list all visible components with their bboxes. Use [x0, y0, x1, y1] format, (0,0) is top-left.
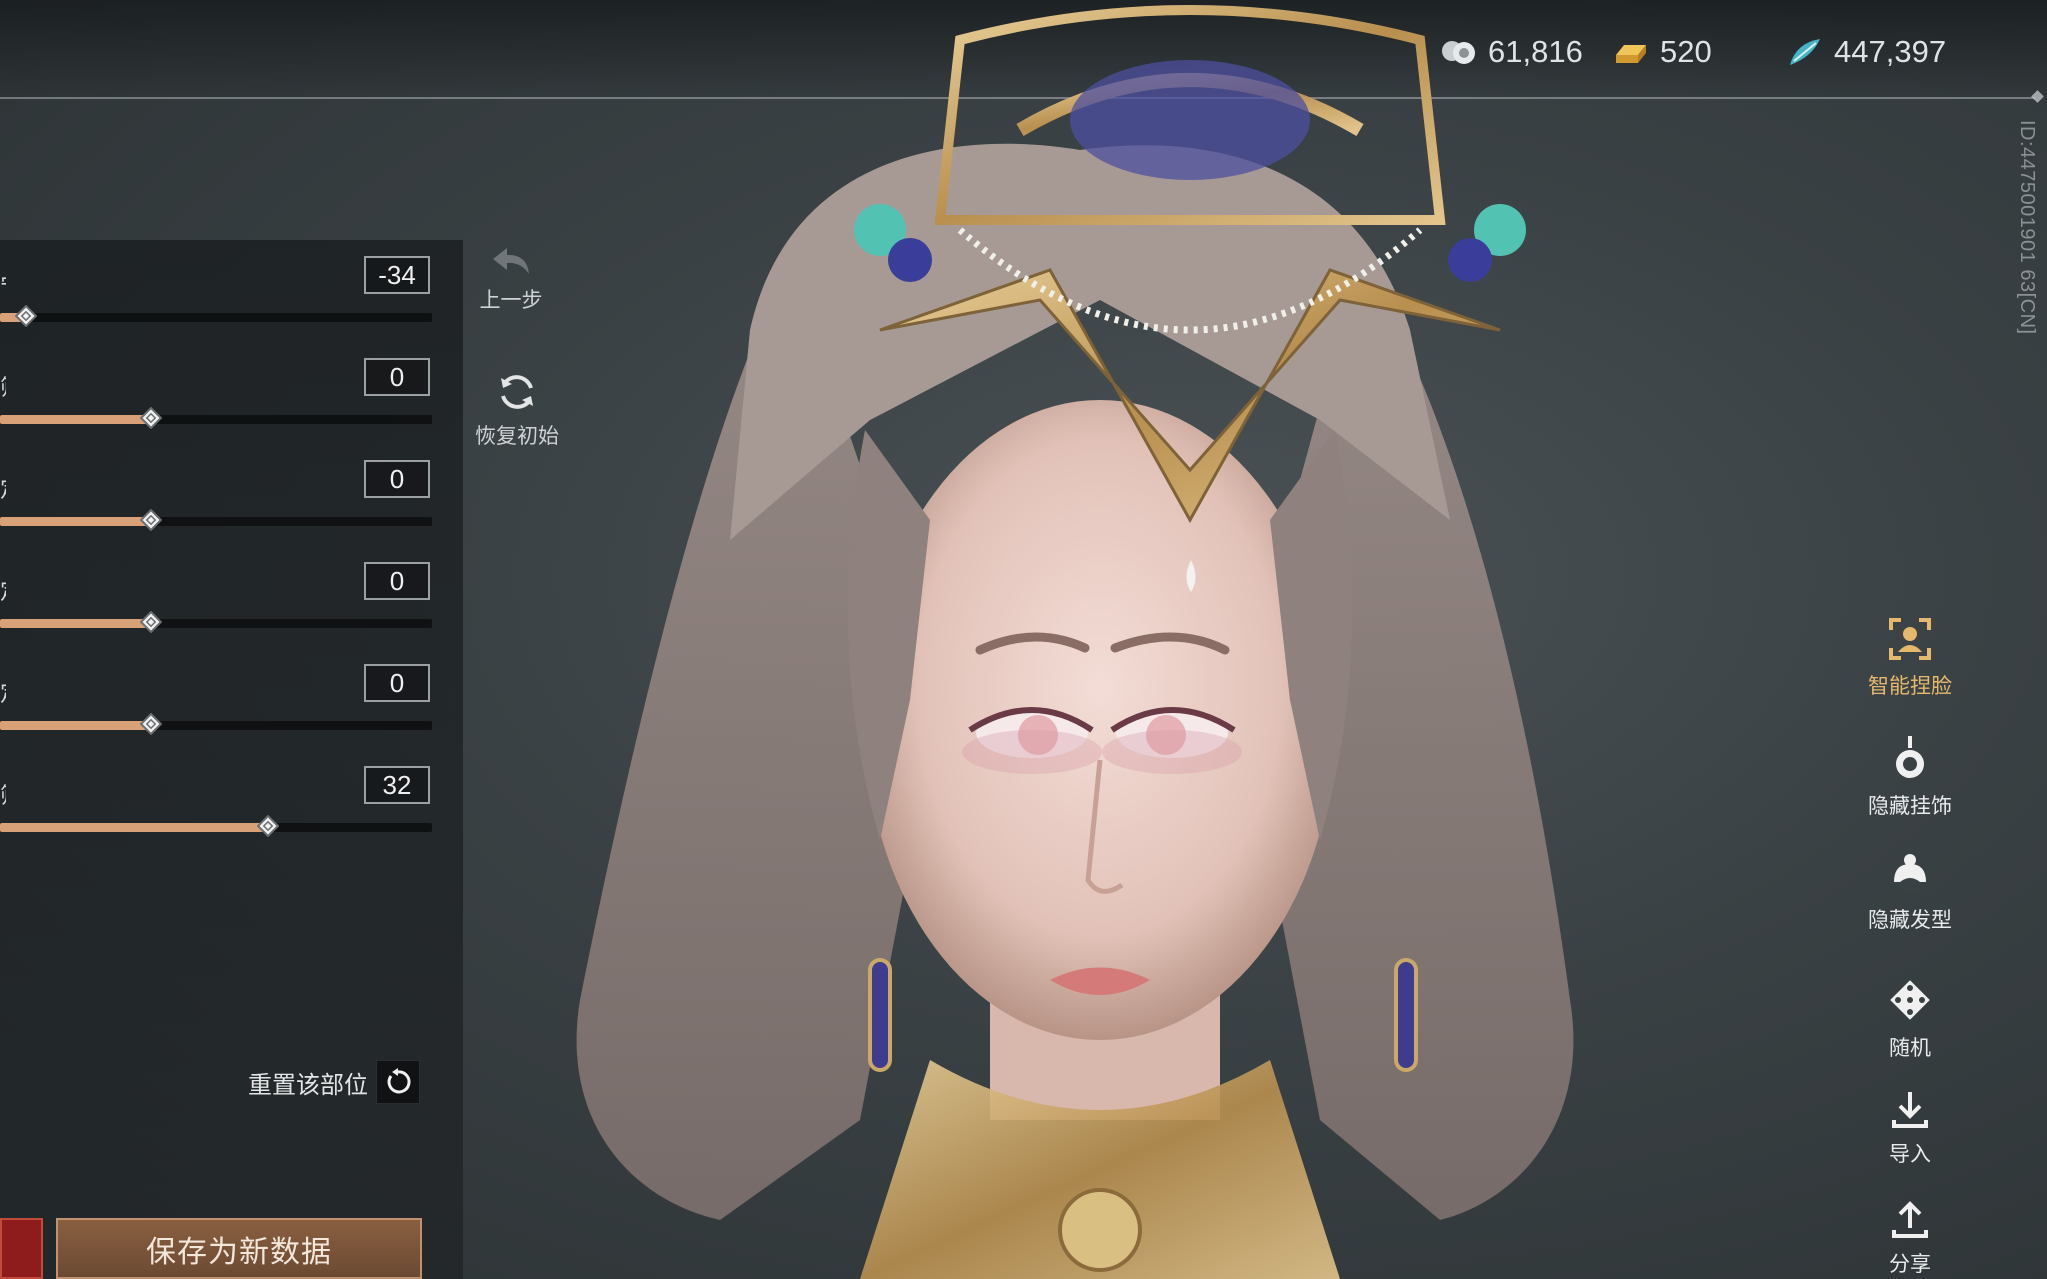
- slider-track[interactable]: [0, 509, 432, 531]
- slider-track[interactable]: [0, 305, 432, 327]
- currency-coins: 61,816: [1440, 32, 1583, 72]
- undo-icon: [493, 248, 529, 274]
- tool-label: 隐藏挂饰: [1868, 795, 1952, 818]
- random-button[interactable]: 随机: [1860, 976, 1960, 1062]
- save-new-button[interactable]: 保存为新数据: [56, 1218, 422, 1279]
- dice-icon: [1890, 980, 1930, 1020]
- tool-label: 隐藏发型: [1868, 909, 1952, 932]
- slider-fill: [0, 823, 268, 832]
- slider-fill: [0, 415, 152, 424]
- slider-row: 宁 -34: [0, 240, 463, 342]
- undo-label: 上一步: [479, 289, 543, 312]
- slider-handle[interactable]: [140, 407, 163, 429]
- slider-track[interactable]: [0, 713, 432, 735]
- face-scan-icon: [1889, 618, 1931, 660]
- slider-handle[interactable]: [140, 509, 163, 531]
- player-id: ID:4475001901 63[CN]: [2016, 120, 2038, 335]
- slider-label: 定: [0, 676, 6, 708]
- slider-row: 定 0: [0, 546, 463, 648]
- delete-button[interactable]: [0, 1218, 43, 1279]
- undo-button[interactable]: 上一步: [456, 244, 566, 314]
- slider-value-input[interactable]: -34: [364, 256, 430, 294]
- hairstyle-icon: [1894, 854, 1926, 890]
- slider-label: 宁: [0, 268, 6, 300]
- reset-icon: [387, 1068, 411, 1094]
- slider-row: 筛 32: [0, 750, 463, 852]
- character-portrait[interactable]: [460, 0, 1800, 1279]
- share-icon: [1892, 1201, 1928, 1238]
- currency-value: 447,397: [1834, 34, 1947, 69]
- reset-part-label: 重置该部位: [248, 1071, 368, 1099]
- slider-handle[interactable]: [256, 815, 279, 837]
- slider-row: 定 0: [0, 444, 463, 546]
- tool-label: 分享: [1889, 1253, 1931, 1276]
- slider-track[interactable]: [0, 611, 432, 633]
- slider-track[interactable]: [0, 407, 432, 429]
- slider-row: 定 0: [0, 648, 463, 750]
- share-button[interactable]: 分享: [1860, 1200, 1960, 1278]
- slider-value-input[interactable]: 0: [364, 562, 430, 600]
- hide-hairstyle-button[interactable]: 隐藏发型: [1860, 852, 1960, 934]
- slider-handle[interactable]: [140, 713, 163, 735]
- slider-panel: 宁 -34 筛 0 定 0 定 0 定 0: [0, 240, 463, 1279]
- refresh-icon: [501, 375, 533, 409]
- ornament-icon: [1896, 736, 1924, 778]
- import-button[interactable]: 导入: [1860, 1090, 1960, 1168]
- tool-label: 随机: [1889, 1037, 1931, 1060]
- import-icon: [1892, 1092, 1928, 1128]
- restore-initial-button[interactable]: 恢复初始: [462, 370, 572, 450]
- smart-face-button[interactable]: 智能捏脸: [1860, 616, 1960, 700]
- tool-label: 导入: [1889, 1143, 1931, 1166]
- slider-value-input[interactable]: 32: [364, 766, 430, 804]
- slider-fill: [0, 517, 152, 526]
- reset-part-button[interactable]: [376, 1060, 420, 1104]
- currency-jade: 447,397: [1786, 32, 1946, 72]
- slider-fill: [0, 619, 152, 628]
- slider-handle[interactable]: [14, 305, 37, 327]
- currency-value: 520: [1660, 34, 1712, 69]
- currency-gold: 520: [1612, 32, 1712, 72]
- slider-value-input[interactable]: 0: [364, 460, 430, 498]
- tool-label: 智能捏脸: [1868, 675, 1952, 698]
- currency-value: 61,816: [1488, 34, 1583, 69]
- slider-label: 筛: [0, 370, 6, 402]
- slider-row: 筛 0: [0, 342, 463, 444]
- slider-track[interactable]: [0, 815, 432, 837]
- restore-label: 恢复初始: [475, 425, 559, 448]
- gold-ingot-icon: [1616, 45, 1646, 63]
- slider-label: 筛: [0, 778, 6, 810]
- slider-value-input[interactable]: 0: [364, 358, 430, 396]
- coin-stack-icon: [1442, 41, 1475, 64]
- jade-feather-icon: [1790, 39, 1820, 65]
- reset-part-control[interactable]: 重置该部位: [248, 1060, 420, 1104]
- hide-ornament-button[interactable]: 隐藏挂饰: [1860, 734, 1960, 820]
- slider-value-input[interactable]: 0: [364, 664, 430, 702]
- slider-fill: [0, 721, 152, 730]
- slider-label: 定: [0, 574, 6, 606]
- slider-handle[interactable]: [140, 611, 163, 633]
- slider-label: 定: [0, 472, 6, 504]
